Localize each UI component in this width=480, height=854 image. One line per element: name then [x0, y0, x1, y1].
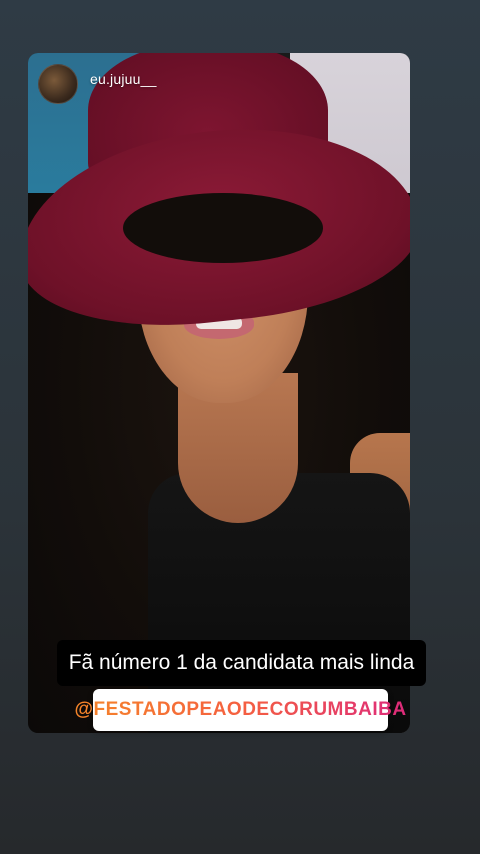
- profile-avatar-icon[interactable]: [38, 64, 78, 104]
- hat-opening: [123, 193, 323, 263]
- username[interactable]: eu.jujuu__: [90, 71, 157, 87]
- story-view: eu.jujuu__ Fã número 1 da candidata mais…: [0, 0, 480, 854]
- caption-text: Fã número 1 da candidata mais linda: [57, 640, 426, 686]
- mention-label: @FESTADOPEAODECORUMBAIBA: [74, 699, 407, 720]
- story-photo: [28, 53, 410, 733]
- story-card[interactable]: [28, 53, 410, 733]
- mention-sticker[interactable]: @FESTADOPEAODECORUMBAIBA: [74, 689, 406, 731]
